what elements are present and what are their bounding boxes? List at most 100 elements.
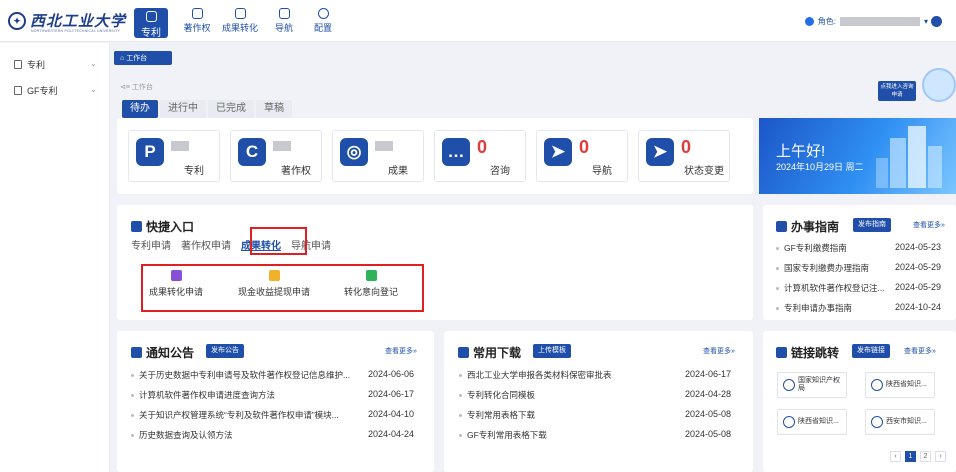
stat-value-redacted bbox=[375, 141, 393, 151]
tab-workbench[interactable]: ⌂ 工作台 bbox=[114, 51, 172, 65]
gear-icon bbox=[317, 8, 329, 19]
assistant-robot-icon[interactable] bbox=[922, 68, 956, 102]
quick-item-intent-register[interactable]: 转化意向登记 bbox=[340, 270, 402, 298]
pager-page-1[interactable]: 1 bbox=[905, 451, 916, 462]
consult-entry-button[interactable]: 点我进入咨询申请 bbox=[878, 81, 916, 101]
download-row[interactable]: GF专利常用表格下载 bbox=[459, 429, 659, 441]
sidebar-item-label: GF专利 bbox=[27, 85, 58, 96]
links-more-link[interactable]: 查看更多» bbox=[904, 346, 936, 356]
publish-guide-button[interactable]: 发布指南 bbox=[853, 218, 891, 232]
guide-date: 2024-10-24 bbox=[895, 302, 942, 312]
link-card[interactable]: 西安市知识... bbox=[865, 409, 935, 435]
stat-value-redacted bbox=[171, 141, 189, 151]
quick-item-label: 转化意向登记 bbox=[343, 287, 398, 297]
notice-row[interactable]: 关于历史数据中专利申请号及软件著作权登记信息维护... bbox=[131, 369, 363, 381]
download-row[interactable]: 专利转化合同模板 bbox=[459, 389, 659, 401]
link-card-label: 陕西省知识... bbox=[798, 418, 839, 425]
section-title-text: 链接跳转 bbox=[791, 346, 840, 360]
stat-card-copyright[interactable]: C 著作权 bbox=[230, 130, 322, 182]
download-row[interactable]: 西北工业大学申报各类材料保密审批表 bbox=[459, 369, 659, 381]
tab-copyright-apply[interactable]: 著作权申请 bbox=[181, 237, 231, 252]
stat-value-redacted bbox=[273, 141, 291, 151]
notice-row[interactable]: 关于知识产权管理系统“专利及软件著作权申请”模块... bbox=[131, 409, 363, 421]
pager-prev[interactable]: ‹ bbox=[890, 451, 901, 462]
pager-next[interactable]: › bbox=[935, 451, 946, 462]
link-card[interactable]: 陕西省知识... bbox=[865, 372, 935, 398]
notice-more-link[interactable]: 查看更多» bbox=[385, 346, 417, 356]
quick-item-achievement-apply[interactable]: 成果转化申请 bbox=[146, 270, 206, 298]
link-icon bbox=[776, 347, 787, 358]
university-logo-text: 西北工业大学 bbox=[30, 12, 127, 30]
notice-date: 2024-04-10 bbox=[368, 409, 415, 419]
guide-date: 2024-05-29 bbox=[895, 282, 942, 292]
quick-item-label: 现金收益提现申请 bbox=[237, 287, 310, 297]
role-icon bbox=[804, 16, 814, 26]
guide-date: 2024-05-29 bbox=[895, 262, 942, 272]
guide-row[interactable]: GF专利缴费指南 bbox=[776, 242, 884, 254]
stat-card-patent[interactable]: P 专利 bbox=[128, 130, 220, 182]
chat-icon: … bbox=[442, 138, 470, 166]
navigation-arrow-icon: ➤ bbox=[544, 138, 572, 166]
pager-page-2[interactable]: 2 bbox=[920, 451, 931, 462]
nav-patent[interactable]: 专利 bbox=[134, 8, 168, 39]
guide-row[interactable]: 计算机软件著作权登记注... bbox=[776, 282, 894, 294]
greeting-title: 上午好! bbox=[776, 143, 826, 160]
link-card[interactable]: 国家知识产权局 bbox=[777, 372, 847, 398]
stat-card-status-change[interactable]: ➤ 0 状态变更 bbox=[638, 130, 730, 182]
tab-drafts[interactable]: 草稿 bbox=[256, 100, 292, 118]
register-icon bbox=[365, 270, 377, 281]
stat-value: 0 bbox=[579, 137, 590, 157]
nav-config[interactable]: 配置 bbox=[308, 8, 338, 38]
document-icon bbox=[278, 8, 290, 19]
guide-more-link[interactable]: 查看更多» bbox=[913, 220, 945, 230]
stat-card-navigation[interactable]: ➤ 0 导航 bbox=[536, 130, 628, 182]
role-selector[interactable]: 角色: ▾ bbox=[804, 13, 928, 29]
nav-label: 著作权 bbox=[183, 23, 211, 33]
downloads-more-link[interactable]: 查看更多» bbox=[703, 346, 735, 356]
stat-card-consult[interactable]: … 0 咨询 bbox=[434, 130, 526, 182]
tab-todo[interactable]: 待办 bbox=[122, 100, 158, 118]
navigation-arrow-icon: ➤ bbox=[646, 138, 674, 166]
guide-row[interactable]: 专利申请办事指南 bbox=[776, 302, 884, 314]
collapse-icon[interactable]: ⊲≡ bbox=[120, 84, 130, 91]
guide-row[interactable]: 国家专利缴费办理指南 bbox=[776, 262, 884, 274]
notice-row[interactable]: 计算机软件著作权申请进度查询方法 bbox=[131, 389, 363, 401]
nav-navigation[interactable]: 导航 bbox=[270, 8, 298, 38]
sidebar-item-patent[interactable]: 专利 bbox=[14, 56, 45, 72]
grid-icon bbox=[131, 221, 142, 232]
stat-value: 0 bbox=[477, 137, 488, 157]
stat-card-achievement[interactable]: ◎ 成果 bbox=[332, 130, 424, 182]
cash-icon bbox=[268, 270, 280, 281]
sidebar bbox=[0, 43, 110, 472]
notice-date: 2024-06-17 bbox=[368, 389, 415, 399]
stat-value: 0 bbox=[681, 137, 692, 157]
link-card-label: 国家知识产权局 bbox=[798, 377, 840, 392]
nav-copyright[interactable]: 著作权 bbox=[180, 8, 214, 38]
publish-notice-button[interactable]: 发布公告 bbox=[206, 344, 244, 358]
tab-in-progress[interactable]: 进行中 bbox=[160, 100, 206, 118]
document-icon bbox=[145, 11, 157, 22]
upload-template-button[interactable]: 上传模板 bbox=[533, 344, 571, 358]
link-card-label: 陕西省知识... bbox=[886, 381, 927, 388]
tab-completed[interactable]: 已完成 bbox=[208, 100, 254, 118]
chevron-down-icon[interactable]: ⌄ bbox=[90, 59, 97, 68]
download-date: 2024-06-17 bbox=[685, 369, 732, 379]
tab-patent-apply[interactable]: 专利申请 bbox=[131, 237, 171, 252]
nav-label: 专利 bbox=[141, 28, 161, 39]
patent-icon: P bbox=[136, 138, 164, 166]
nav-label: 成果转化 bbox=[221, 23, 258, 33]
user-avatar-icon[interactable] bbox=[931, 16, 942, 27]
sidebar-item-gf-patent[interactable]: GF专利 bbox=[14, 82, 58, 98]
quick-item-cash-withdraw[interactable]: 现金收益提现申请 bbox=[234, 270, 314, 298]
stat-label: 状态变更 bbox=[684, 166, 724, 177]
download-row[interactable]: 专利常用表格下载 bbox=[459, 409, 659, 421]
link-card[interactable]: 陕西省知识... bbox=[777, 409, 847, 435]
document-icon bbox=[14, 85, 22, 95]
stat-label: 导航 bbox=[592, 166, 612, 177]
tab-workbench-label: 工作台 bbox=[126, 55, 148, 62]
notice-date: 2024-04-24 bbox=[368, 429, 415, 439]
publish-link-button[interactable]: 发布链接 bbox=[852, 344, 890, 358]
chevron-down-icon[interactable]: ⌄ bbox=[90, 85, 97, 94]
notice-row[interactable]: 历史数据查询及认领方法 bbox=[131, 429, 363, 441]
nav-achievement-transfer[interactable]: 成果转化 bbox=[218, 8, 262, 38]
